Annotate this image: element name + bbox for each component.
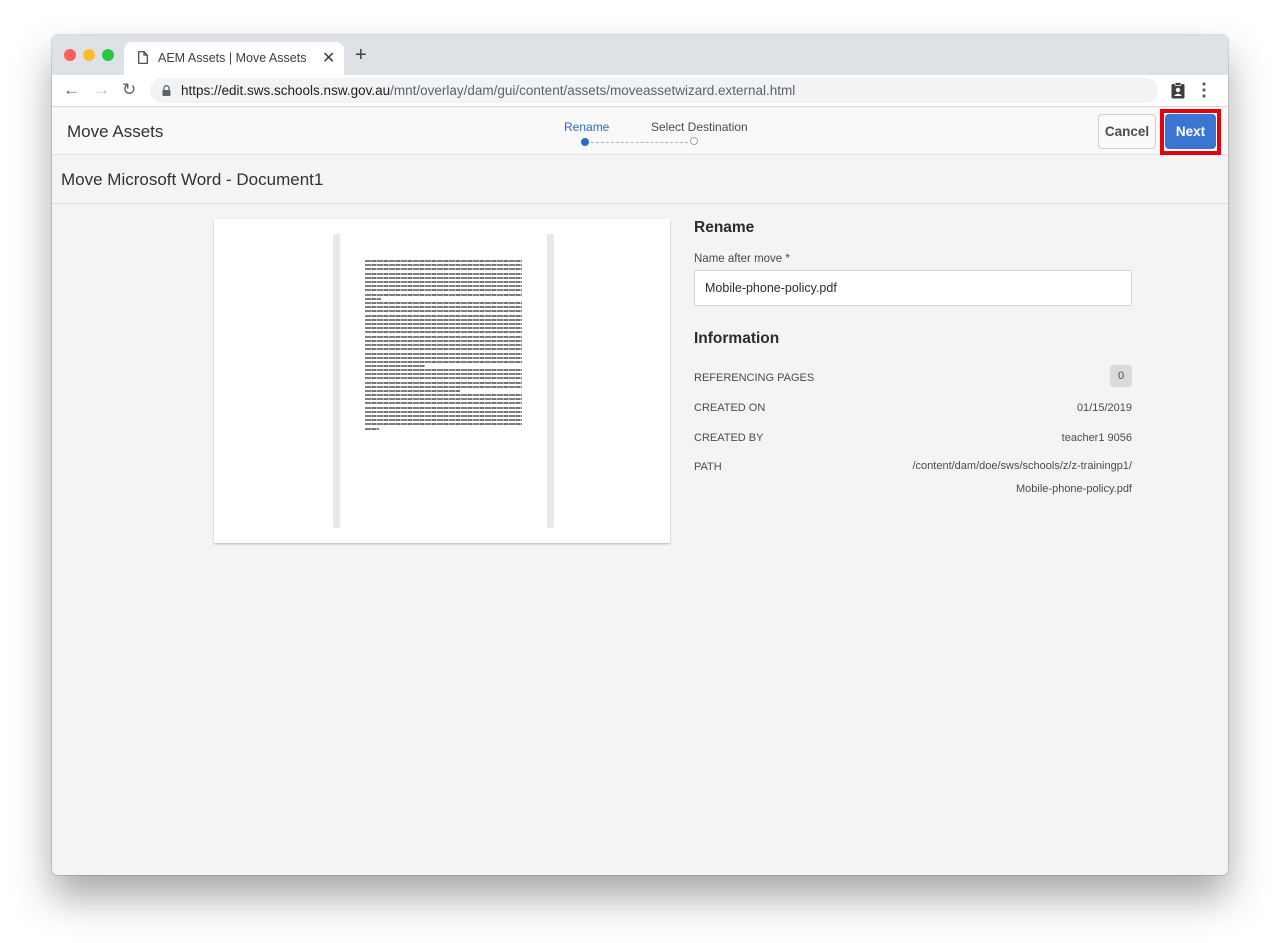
document-thumbnail — [333, 234, 554, 528]
info-key: REFERENCING PAGES — [694, 372, 815, 384]
info-value: 01/15/2019 — [1076, 402, 1132, 414]
text-block — [365, 302, 522, 340]
name-after-move-label: Name after move * — [694, 253, 790, 265]
minimize-window-button[interactable] — [83, 49, 95, 61]
step-indicator-inactive — [690, 137, 698, 145]
document-icon — [138, 51, 148, 64]
page-title: Move Assets — [67, 122, 164, 141]
referencing-pages-count-badge[interactable]: 0 — [1110, 365, 1132, 387]
asset-preview — [214, 219, 670, 543]
asset-title: Move Microsoft Word - Document1 — [61, 170, 324, 189]
info-value: /content/dam/doe/sws/schools/z/z-trainin… — [912, 460, 1132, 495]
browser-tab[interactable]: AEM Assets | Move Assets ✕ — [124, 42, 344, 75]
step-indicator-active — [581, 138, 589, 146]
step-connector — [591, 141, 688, 143]
new-tab-button[interactable]: + — [355, 45, 367, 65]
name-after-move-input[interactable] — [694, 270, 1132, 306]
lock-icon — [162, 85, 171, 96]
tab-title: AEM Assets | Move Assets — [158, 51, 307, 65]
close-window-button[interactable] — [64, 49, 76, 61]
url-host: https://edit.sws.schools.nsw.gov.au — [181, 83, 391, 98]
wizard-steps: Rename Select Destination — [552, 118, 772, 148]
info-value: teacher1 9056 — [1061, 432, 1132, 444]
reload-icon[interactable]: ↻ — [122, 80, 136, 100]
text-block — [365, 369, 522, 394]
wizard-header: Move Assets Rename Select Destination Ca… — [52, 108, 1228, 155]
step-select-destination[interactable]: Select Destination — [651, 120, 748, 134]
forward-icon[interactable]: → — [93, 80, 110, 100]
url-path: /mnt/overlay/dam/gui/content/assets/move… — [390, 83, 796, 98]
browser-window: AEM Assets | Move Assets ✕ + ← → ↻ https… — [52, 35, 1228, 875]
tab-strip: AEM Assets | Move Assets ✕ + — [52, 35, 1228, 75]
step-rename[interactable]: Rename — [564, 120, 609, 134]
cancel-button[interactable]: Cancel — [1098, 114, 1156, 149]
maximize-window-button[interactable] — [102, 49, 114, 61]
text-block — [365, 394, 522, 432]
information-heading: Information — [694, 330, 780, 347]
info-key: PATH — [694, 461, 722, 473]
text-block — [365, 260, 522, 302]
close-tab-icon[interactable]: ✕ — [322, 48, 335, 68]
clipboard-extension-icon[interactable] — [1171, 82, 1185, 99]
document-page — [340, 234, 547, 528]
url-text: https://edit.sws.schools.nsw.gov.au/mnt/… — [181, 83, 795, 98]
subheader: Move Microsoft Word - Document1 — [52, 156, 1228, 204]
text-block — [365, 340, 522, 369]
info-key: CREATED BY — [694, 432, 764, 444]
address-bar[interactable]: https://edit.sws.schools.nsw.gov.au/mnt/… — [150, 78, 1158, 103]
back-icon[interactable]: ← — [63, 80, 80, 100]
rename-heading: Rename — [694, 219, 755, 236]
browser-toolbar: ← → ↻ https://edit.sws.schools.nsw.gov.a… — [52, 75, 1228, 107]
info-key: CREATED ON — [694, 402, 766, 414]
more-menu-icon[interactable] — [1202, 82, 1206, 98]
next-button[interactable]: Next — [1165, 114, 1216, 149]
